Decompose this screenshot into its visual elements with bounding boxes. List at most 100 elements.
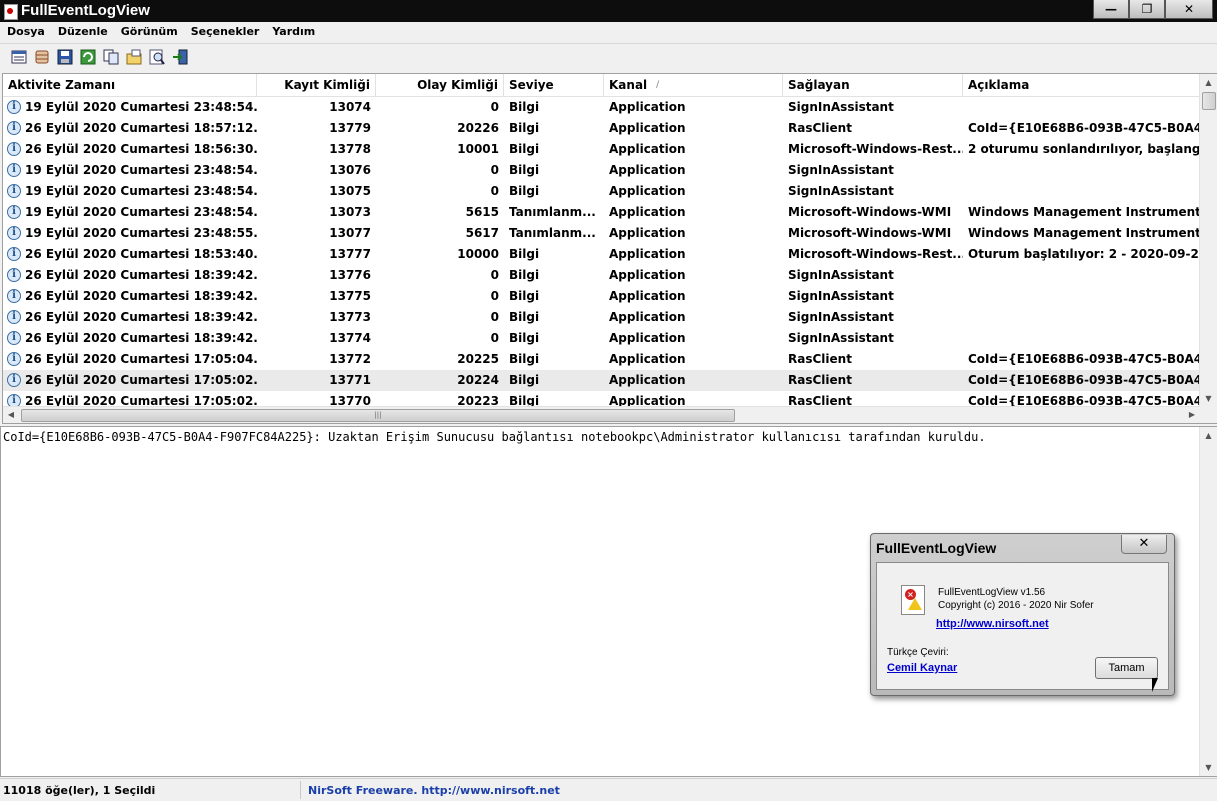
about-dialog: FullEventLogView ✕ × FullEventLogView v1… <box>870 533 1175 696</box>
menu-secenekler[interactable]: Seçenekler <box>184 22 266 38</box>
cell-record: 13776 <box>329 268 371 282</box>
cell-channel: Application <box>609 373 686 387</box>
desc-scroll-down-arrow-icon[interactable]: ▼ <box>1200 759 1217 776</box>
cell-desc: Windows Management Instrumentat... <box>968 205 1200 219</box>
cell-channel: Application <box>609 184 686 198</box>
table-row[interactable]: i26 Eylül 2020 Cumartesi 17:05:02.000137… <box>3 391 1200 407</box>
cell-event: 20224 <box>457 373 499 387</box>
warning-triangle-icon <box>908 598 922 610</box>
cell-event: 5617 <box>465 226 499 240</box>
cell-time: 26 Eylül 2020 Cumartesi 17:05:04.000 <box>25 352 257 366</box>
description-vertical-scrollbar[interactable]: ▲ ▼ <box>1199 427 1217 776</box>
list-horizontal-scrollbar[interactable]: ◀ ||| ▶ <box>3 406 1200 423</box>
about-website-link[interactable]: http://www.nirsoft.net <box>936 618 1049 630</box>
table-row[interactable]: i19 Eylül 2020 Cumartesi 23:48:54.000130… <box>3 181 1200 202</box>
cell-record: 13077 <box>329 226 371 240</box>
scroll-thumb[interactable] <box>1202 92 1216 110</box>
item-count: 11018 öğe(ler), 1 Seçildi <box>3 784 156 797</box>
column-header-provider[interactable]: Sağlayan <box>783 74 963 96</box>
cell-desc <box>963 160 1200 181</box>
cell-channel: Application <box>609 352 686 366</box>
restore-button[interactable]: ❐ <box>1129 0 1165 19</box>
scroll-down-arrow-icon[interactable]: ▼ <box>1200 390 1217 407</box>
cell-desc <box>963 307 1200 328</box>
scroll-left-arrow-icon[interactable]: ◀ <box>3 407 19 423</box>
column-header-time[interactable]: Aktivite Zamanı <box>3 74 257 96</box>
event-list[interactable]: Aktivite Zamanı Kayıt Kimliği Olay Kimli… <box>2 73 1217 424</box>
table-row[interactable]: i26 Eylül 2020 Cumartesi 18:39:42.000137… <box>3 328 1200 349</box>
menu-dosya[interactable]: Dosya <box>0 22 51 38</box>
database-icon[interactable] <box>34 49 50 65</box>
cell-provider: SignInAssistant <box>788 100 894 114</box>
toolbar <box>0 43 1217 72</box>
copy-icon[interactable] <box>103 49 119 65</box>
cell-channel: Application <box>609 100 686 114</box>
minimize-button[interactable]: — <box>1093 0 1129 19</box>
sort-arrow-icon: ∕ <box>656 80 660 90</box>
table-row[interactable]: i19 Eylül 2020 Cumartesi 23:48:54.000130… <box>3 160 1200 181</box>
cell-channel: Application <box>609 394 686 407</box>
scroll-right-arrow-icon[interactable]: ▶ <box>1184 407 1200 423</box>
column-header-channel[interactable]: Kanal ∕ <box>604 74 783 96</box>
close-button[interactable]: ✕ <box>1165 0 1213 19</box>
cell-record: 13778 <box>329 142 371 156</box>
cell-channel: Application <box>609 205 686 219</box>
cell-time: 26 Eylül 2020 Cumartesi 17:05:02.000 <box>25 394 257 407</box>
cell-record: 13771 <box>329 373 371 387</box>
cell-channel: Application <box>609 142 686 156</box>
menu-gorunum[interactable]: Görünüm <box>114 22 184 38</box>
cell-provider: RasClient <box>788 352 852 366</box>
about-close-button[interactable]: ✕ <box>1121 535 1167 554</box>
list-vertical-scrollbar[interactable]: ▲ ▼ <box>1199 74 1217 407</box>
nirsoft-link[interactable]: NirSoft Freeware. http://www.nirsoft.net <box>308 784 560 797</box>
column-header-channel-label: Kanal <box>609 78 648 92</box>
cell-record: 13075 <box>329 184 371 198</box>
column-header-event-id[interactable]: Olay Kimliği <box>376 74 504 96</box>
column-header-record-id[interactable]: Kayıt Kimliği <box>257 74 376 96</box>
table-row[interactable]: i19 Eylül 2020 Cumartesi 23:48:55.000130… <box>3 223 1200 244</box>
table-row[interactable]: i26 Eylül 2020 Cumartesi 18:39:42.000137… <box>3 307 1200 328</box>
table-row[interactable]: i19 Eylül 2020 Cumartesi 23:48:54.000130… <box>3 97 1200 118</box>
cell-provider: SignInAssistant <box>788 289 894 303</box>
translator-link[interactable]: Cemil Kaynar <box>887 662 957 674</box>
refresh-icon[interactable] <box>80 49 96 65</box>
cell-provider: SignInAssistant <box>788 310 894 324</box>
exit-icon[interactable] <box>172 49 188 65</box>
cell-time: 26 Eylül 2020 Cumartesi 18:39:42.000 <box>25 331 257 345</box>
cell-channel: Application <box>609 121 686 135</box>
cell-time: 26 Eylül 2020 Cumartesi 17:05:02.000 <box>25 373 257 387</box>
menu-yardim[interactable]: Yardım <box>265 22 321 38</box>
table-row[interactable]: i19 Eylül 2020 Cumartesi 23:48:54.000130… <box>3 202 1200 223</box>
table-row[interactable]: i26 Eylül 2020 Cumartesi 18:39:42.000137… <box>3 286 1200 307</box>
cell-time: 19 Eylül 2020 Cumartesi 23:48:54.000 <box>25 184 257 198</box>
table-row[interactable]: i26 Eylül 2020 Cumartesi 18:53:40.109137… <box>3 244 1200 265</box>
cell-provider: RasClient <box>788 121 852 135</box>
table-row[interactable]: i26 Eylül 2020 Cumartesi 18:39:42.000137… <box>3 265 1200 286</box>
save-icon[interactable] <box>57 49 73 65</box>
cell-time: 26 Eylül 2020 Cumartesi 18:57:12.000 <box>25 121 257 135</box>
options-icon[interactable] <box>126 49 142 65</box>
cell-channel: Application <box>609 226 686 240</box>
menu-duzenle[interactable]: Düzenle <box>51 22 114 38</box>
table-row[interactable]: i26 Eylül 2020 Cumartesi 18:57:12.000137… <box>3 118 1200 139</box>
cell-event: 20226 <box>457 121 499 135</box>
cell-level: Bilgi <box>509 163 540 177</box>
table-row[interactable]: i26 Eylül 2020 Cumartesi 17:05:04.000137… <box>3 349 1200 370</box>
find-icon[interactable] <box>149 49 165 65</box>
ok-button[interactable]: Tamam <box>1095 657 1158 679</box>
cell-provider: SignInAssistant <box>788 268 894 282</box>
cell-channel: Application <box>609 310 686 324</box>
table-row[interactable]: i26 Eylül 2020 Cumartesi 18:56:30.280137… <box>3 139 1200 160</box>
cell-record: 13774 <box>329 331 371 345</box>
app-icon[interactable] <box>4 4 18 20</box>
translation-label: Türkçe Çeviri: <box>887 647 949 658</box>
column-header-level[interactable]: Seviye <box>504 74 604 96</box>
desc-scroll-up-arrow-icon[interactable]: ▲ <box>1200 427 1217 444</box>
horizontal-scroll-thumb[interactable]: ||| <box>21 409 735 422</box>
cell-desc <box>963 265 1200 286</box>
scroll-up-arrow-icon[interactable]: ▲ <box>1200 74 1217 91</box>
properties-icon[interactable] <box>11 49 27 65</box>
cell-desc: CoId={E10E68B6-093B-47C5-B0A4-F9... <box>968 394 1200 407</box>
column-header-description[interactable]: Açıklama <box>963 74 1200 96</box>
table-row[interactable]: i26 Eylül 2020 Cumartesi 17:05:02.000137… <box>3 370 1200 391</box>
